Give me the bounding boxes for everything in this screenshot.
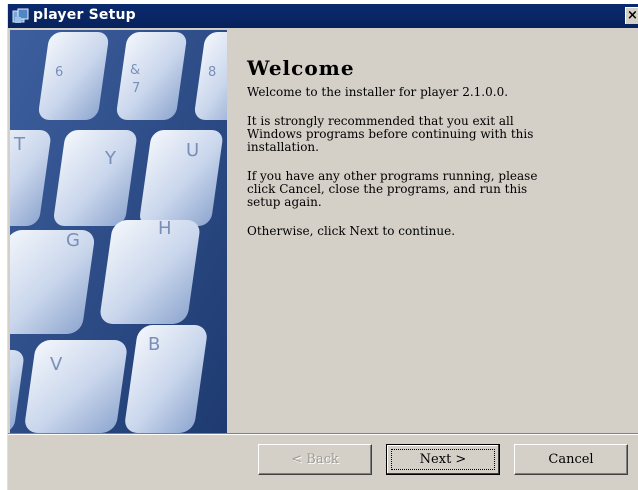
key-6: 6 (55, 65, 63, 80)
key-8: 8 (208, 65, 216, 80)
close-icon: × (627, 8, 638, 23)
key-h: H (158, 218, 172, 239)
key-v: V (50, 354, 63, 375)
welcome-content: Welcome Welcome to the installer for pla… (247, 56, 627, 254)
next-button-label: Next > (419, 452, 467, 467)
keyboard-icon: 6 & 7 8 T Y U G H V B (10, 30, 227, 433)
back-button-label: < Back (291, 452, 339, 467)
key-u: U (186, 140, 199, 161)
window-title: player Setup (33, 7, 136, 23)
keyboard-banner-image: 6 & 7 8 T Y U G H V B (10, 30, 227, 433)
button-separator (8, 433, 638, 435)
title-bar[interactable]: player Setup × (8, 4, 638, 28)
key-b: B (148, 334, 160, 355)
back-button[interactable]: < Back (258, 444, 372, 475)
next-button[interactable]: Next > (386, 444, 500, 475)
key-ampersand: & (130, 63, 140, 78)
close-button[interactable]: × (625, 7, 638, 24)
key-7: 7 (132, 81, 140, 96)
setup-window: player Setup × 6 & 7 8 T Y U G H V B Wel… (7, 4, 638, 490)
cancel-instructions-text: If you have any other programs running, … (247, 169, 538, 209)
page-title: Welcome (247, 56, 355, 80)
key-g: G (66, 230, 80, 251)
intro-text: Welcome to the installer for player 2.1.… (247, 85, 509, 99)
recommendation-text: It is strongly recommended that you exit… (247, 114, 534, 154)
key-t: T (13, 134, 26, 155)
cancel-button-label: Cancel (548, 452, 594, 467)
cancel-button[interactable]: Cancel (514, 444, 628, 475)
installer-app-icon (12, 8, 29, 23)
continue-instructions-text: Otherwise, click Next to continue. (247, 224, 456, 238)
key-y: Y (104, 148, 117, 169)
